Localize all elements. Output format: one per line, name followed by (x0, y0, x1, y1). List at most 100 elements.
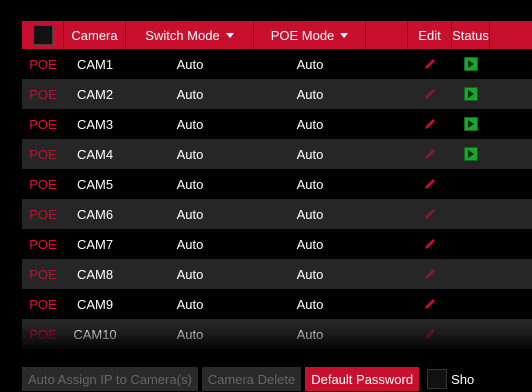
row-end (490, 79, 532, 109)
camera-type-label: POE (29, 176, 57, 192)
camera-name: CAM3 (76, 116, 114, 132)
edit-pencil-icon[interactable] (422, 176, 438, 192)
table-body: POE CAM1 Auto Auto POE CAM2 Auto Auto POE CAM3 Aut… (22, 49, 532, 349)
camera-name: CAM7 (76, 236, 114, 252)
switch-mode-value[interactable]: Auto (126, 229, 254, 259)
status-online-icon (464, 57, 478, 71)
switch-mode-value[interactable]: Auto (126, 199, 254, 229)
status-cell (452, 259, 490, 289)
show-checkbox[interactable] (427, 369, 448, 389)
edit-pencil-icon[interactable] (422, 116, 438, 132)
row-end (490, 49, 532, 79)
camera-type-label: POE (29, 266, 57, 282)
row-end (490, 199, 532, 229)
switch-mode-value[interactable]: Auto (126, 139, 254, 169)
row-end (490, 229, 532, 259)
edit-cell[interactable] (408, 289, 452, 319)
status-online-icon (464, 117, 478, 131)
table-row[interactable]: POE CAM2 Auto Auto (22, 79, 532, 109)
camera-name: CAM4 (76, 146, 114, 162)
camera-type-label: POE (29, 116, 57, 132)
header-switch-mode[interactable]: Switch Mode (126, 21, 254, 49)
camera-type-label: POE (29, 146, 57, 162)
poe-mode-value[interactable]: Auto (254, 289, 366, 319)
status-cell (452, 49, 490, 79)
switch-mode-value[interactable]: Auto (126, 259, 254, 289)
switch-mode-value[interactable]: Auto (126, 289, 254, 319)
edit-cell[interactable] (408, 259, 452, 289)
status-cell (452, 109, 490, 139)
edit-pencil-icon[interactable] (422, 266, 438, 282)
switch-mode-value[interactable]: Auto (126, 109, 254, 139)
status-cell (452, 199, 490, 229)
edit-pencil-icon[interactable] (422, 146, 438, 162)
row-end (490, 259, 532, 289)
edit-cell[interactable] (408, 199, 452, 229)
camera-name: CAM1 (76, 56, 114, 72)
caret-down-icon (340, 32, 349, 38)
edit-pencil-icon[interactable] (422, 206, 438, 222)
default-password-button[interactable]: Default Password (305, 367, 420, 391)
status-cell (452, 229, 490, 259)
row-end (490, 139, 532, 169)
table-row[interactable]: POE CAM8 Auto Auto (22, 259, 532, 289)
header-poe-mode-label: POE Mode (270, 27, 335, 43)
header-switch-mode-label: Switch Mode (145, 27, 220, 43)
camera-name: CAM8 (76, 266, 114, 282)
scroll-fade-overlay (22, 325, 532, 355)
camera-type-label: POE (29, 206, 57, 222)
poe-mode-value[interactable]: Auto (254, 259, 366, 289)
poe-mode-value[interactable]: Auto (254, 199, 366, 229)
edit-cell[interactable] (408, 109, 452, 139)
edit-cell[interactable] (408, 229, 452, 259)
edit-pencil-icon[interactable] (422, 236, 438, 252)
switch-mode-value[interactable]: Auto (126, 169, 254, 199)
header-end (490, 21, 532, 49)
auto-assign-ip-button[interactable]: Auto Assign IP to Camera(s) (22, 367, 198, 391)
switch-mode-value[interactable]: Auto (126, 79, 254, 109)
camera-type-label: POE (29, 236, 57, 252)
poe-mode-value[interactable]: Auto (254, 109, 366, 139)
edit-pencil-icon[interactable] (422, 56, 438, 72)
switch-mode-value[interactable]: Auto (126, 49, 254, 79)
header-spacer (366, 21, 408, 49)
row-end (490, 289, 532, 319)
poe-mode-value[interactable]: Auto (254, 139, 366, 169)
header-select-cell[interactable] (22, 21, 64, 49)
table-row[interactable]: POE CAM1 Auto Auto (22, 49, 532, 79)
camera-name: CAM5 (76, 176, 114, 192)
poe-mode-value[interactable]: Auto (254, 79, 366, 109)
status-cell (452, 79, 490, 109)
camera-delete-button[interactable]: Camera Delete (201, 367, 302, 391)
row-spacer (366, 259, 408, 289)
select-all-checkbox[interactable] (32, 25, 53, 45)
status-cell (452, 169, 490, 199)
header-camera: Camera (64, 21, 126, 49)
header-poe-mode[interactable]: POE Mode (254, 21, 366, 49)
table-row[interactable]: POE CAM6 Auto Auto (22, 199, 532, 229)
row-end (490, 109, 532, 139)
table-row[interactable]: POE CAM7 Auto Auto (22, 229, 532, 259)
edit-pencil-icon[interactable] (422, 86, 438, 102)
poe-mode-value[interactable]: Auto (254, 229, 366, 259)
table-row[interactable]: POE CAM4 Auto Auto (22, 139, 532, 169)
row-end (490, 169, 532, 199)
edit-cell[interactable] (408, 49, 452, 79)
table-row[interactable]: POE CAM5 Auto Auto (22, 169, 532, 199)
table-row[interactable]: POE CAM9 Auto Auto (22, 289, 532, 319)
row-spacer (366, 109, 408, 139)
poe-mode-value[interactable]: Auto (254, 169, 366, 199)
camera-name: CAM2 (76, 86, 114, 102)
edit-cell[interactable] (408, 139, 452, 169)
status-online-icon (464, 87, 478, 101)
edit-cell[interactable] (408, 169, 452, 199)
edit-pencil-icon[interactable] (422, 296, 438, 312)
show-label: Sho (451, 371, 475, 387)
camera-type-label: POE (29, 56, 57, 72)
table-row[interactable]: POE CAM3 Auto Auto (22, 109, 532, 139)
row-spacer (366, 49, 408, 79)
poe-mode-value[interactable]: Auto (254, 49, 366, 79)
status-cell (452, 289, 490, 319)
edit-cell[interactable] (408, 79, 452, 109)
camera-name: CAM6 (76, 206, 114, 222)
